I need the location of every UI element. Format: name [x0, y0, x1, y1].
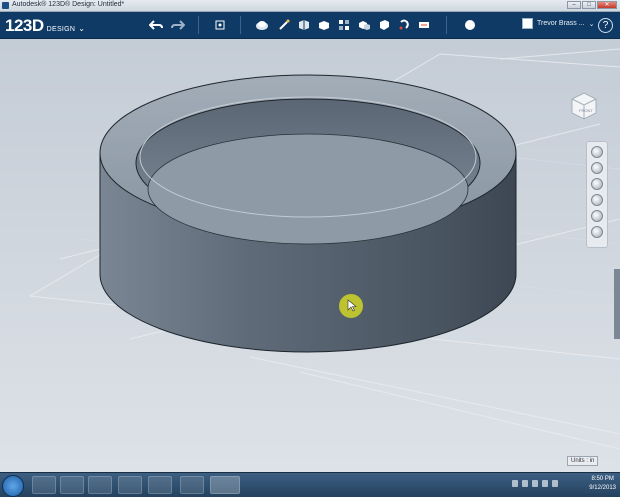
window-controls: – □ ✕ [567, 1, 617, 9]
navigation-bar [586, 141, 608, 248]
taskbar-app-icon[interactable] [118, 476, 142, 494]
taskbar-skype-icon[interactable] [180, 476, 204, 494]
tray-icon[interactable] [532, 480, 538, 487]
sketch-icon[interactable] [276, 17, 292, 33]
user-account-menu[interactable]: Trevor Brass ... ⌄ [522, 18, 594, 29]
viewcube-face-label: FRONT [579, 108, 593, 113]
units-indicator[interactable]: Units : in [567, 456, 599, 466]
measure-icon[interactable] [396, 17, 412, 33]
start-button[interactable] [2, 475, 24, 497]
viewport-canvas[interactable]: FRONT [0, 39, 620, 472]
tray-icon[interactable] [522, 480, 528, 487]
toolbar-separator [446, 16, 447, 34]
visibility-eye-icon[interactable] [591, 226, 603, 238]
user-avatar-icon [522, 18, 533, 29]
minimize-button[interactable]: – [567, 1, 581, 9]
chevron-down-icon: ⌄ [78, 24, 85, 33]
toolbar-separator [198, 16, 199, 34]
taskbar-explorer-icon[interactable] [32, 476, 56, 494]
clock-time: 8:50 PM [591, 476, 614, 482]
close-button[interactable]: ✕ [597, 1, 617, 9]
snap-icon[interactable] [212, 17, 228, 33]
view-style-icon[interactable] [591, 210, 603, 222]
taskbar-solidworks-icon[interactable] [60, 476, 84, 494]
volume-icon[interactable] [552, 480, 558, 487]
help-button[interactable]: ? [598, 18, 613, 33]
os-taskbar: 8:50 PM 9/12/2013 [0, 472, 620, 497]
window-title: Autodesk® 123D® Design: Untitled* [12, 1, 125, 8]
tray-icon[interactable] [512, 480, 518, 487]
main-toolbar: 123D DESIGN ⌄ Trevor Brass ... ⌄ ? [0, 12, 620, 39]
system-tray [512, 480, 558, 487]
maximize-button[interactable]: □ [582, 1, 596, 9]
ring-model[interactable] [0, 39, 620, 472]
fit-icon[interactable] [591, 194, 603, 206]
construct-icon[interactable] [296, 17, 312, 33]
grouping-icon[interactable] [356, 17, 372, 33]
combine-icon[interactable] [376, 17, 392, 33]
pan-icon[interactable] [591, 146, 603, 158]
taskbar-123d-icon[interactable] [210, 476, 240, 494]
viewcube[interactable]: FRONT [567, 89, 601, 123]
brand-logo-text: 123D [5, 16, 44, 35]
network-icon[interactable] [542, 480, 548, 487]
toolbar-separator [240, 16, 241, 34]
app-icon [2, 2, 9, 9]
taskbar-word-icon[interactable] [148, 476, 172, 494]
clock[interactable]: 8:50 PM 9/12/2013 [589, 475, 616, 493]
brand-subtext: DESIGN [46, 26, 76, 33]
zoom-icon[interactable] [591, 178, 603, 190]
primitives-icon[interactable] [254, 17, 270, 33]
user-name: Trevor Brass ... [537, 20, 585, 27]
app-menu-button[interactable]: 123D DESIGN ⌄ [5, 16, 85, 36]
chevron-down-icon: ⌄ [588, 20, 595, 28]
window-titlebar: Autodesk® 123D® Design: Untitled* – □ ✕ [0, 0, 620, 12]
pattern-icon[interactable] [336, 17, 352, 33]
taskbar-chrome-icon[interactable] [88, 476, 112, 494]
orbit-icon[interactable] [591, 162, 603, 174]
cursor-highlight [339, 294, 363, 318]
undo-icon[interactable] [148, 17, 164, 33]
clock-date: 9/12/2013 [589, 485, 616, 491]
modify-icon[interactable] [316, 17, 332, 33]
material-icon[interactable] [462, 17, 478, 33]
panel-expand-handle[interactable] [614, 269, 620, 339]
text-icon[interactable] [416, 17, 432, 33]
redo-icon[interactable] [170, 17, 186, 33]
